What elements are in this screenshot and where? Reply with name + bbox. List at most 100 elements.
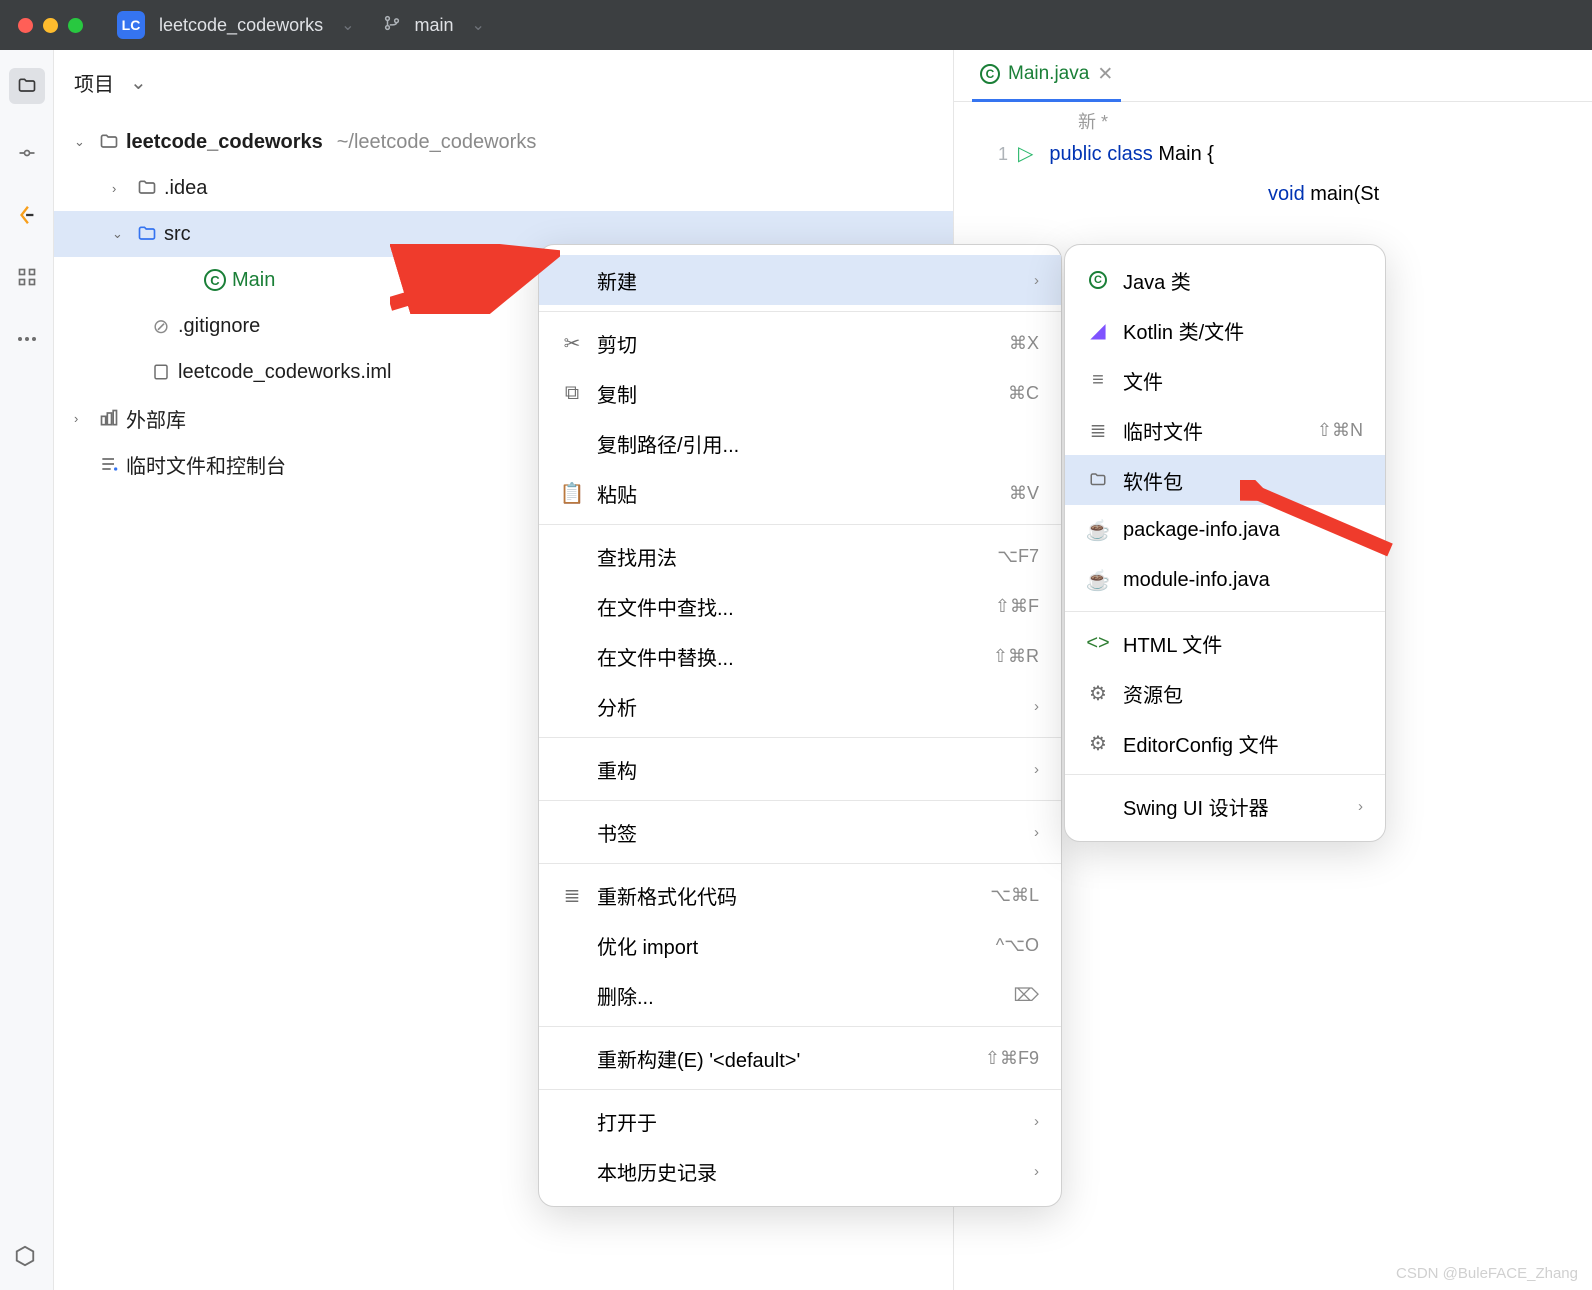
reformat-icon: ≣ [561,883,583,908]
more-tool-icon[interactable] [14,326,40,352]
menu-reformat[interactable]: ≣重新格式化代码⌥⌘L [539,870,1061,920]
file-icon [150,363,172,381]
menu-cut[interactable]: ✂剪切⌘X [539,318,1061,368]
submenu-editorconfig[interactable]: ⚙ EditorConfig 文件 [1065,718,1385,768]
run-gutter-icon[interactable]: ▷ [1018,134,1033,174]
menu-paste[interactable]: 📋粘贴⌘V [539,468,1061,518]
menu-bookmarks[interactable]: 书签› [539,807,1061,857]
caret-down-icon[interactable]: ⌄ [74,134,92,150]
watermark: CSDN @BuleFACE_Zhang [1396,1265,1578,1282]
menu-find-usages[interactable]: 查找用法⌥F7 [539,531,1061,581]
menu-label: 新建 [597,266,1020,295]
submenu-swing[interactable]: Swing UI 设计器› [1065,781,1385,831]
tree-root[interactable]: ⌄ leetcode_codeworks ~/leetcode_codework… [54,119,953,165]
git-branch-icon[interactable] [383,14,401,37]
activity-bar [0,50,54,1290]
menu-copy-path[interactable]: 复制路径/引用... [539,418,1061,468]
shortcut: ⌘V [1009,483,1039,504]
chevron-down-icon[interactable]: ⌄ [130,70,147,95]
code-banner: 新 * [1054,102,1592,134]
tree-item-idea[interactable]: › .idea [54,165,953,211]
titlebar: LC leetcode_codeworks ⌄ main ⌄ [0,0,1592,50]
menu-label: Kotlin 类/文件 [1123,316,1363,345]
commit-tool-icon[interactable] [14,140,40,166]
menu-replace-in-files[interactable]: 在文件中替换...⇧⌘R [539,631,1061,681]
java-class-icon: C [980,64,1000,84]
menu-local-history[interactable]: 本地历史记录› [539,1146,1061,1196]
cut-icon: ✂ [561,331,583,356]
chevron-right-icon: › [1034,761,1039,778]
menu-rebuild[interactable]: 重新构建(E) '<default>'⇧⌘F9 [539,1033,1061,1083]
menu-label: 重新格式化代码 [597,881,976,910]
method-name: main [1310,174,1353,214]
close-icon[interactable]: ✕ [1097,63,1113,86]
submenu-scratch[interactable]: ≣临时文件⇧⌘N [1065,405,1385,455]
shortcut: ⇧⌘N [1317,420,1363,441]
caret-down-icon[interactable]: ⌄ [112,226,130,242]
caret-right-icon[interactable]: › [74,411,92,426]
project-tool-icon[interactable] [9,68,45,104]
menu-label: 文件 [1123,366,1363,395]
java-class-icon: C [1087,271,1109,289]
tab-main-java[interactable]: C Main.java ✕ [972,50,1121,102]
menu-label: HTML 文件 [1123,629,1363,658]
menu-label: 查找用法 [597,542,983,571]
structure-tool-icon[interactable] [14,264,40,290]
keyword: void [1268,174,1305,214]
menu-open-in[interactable]: 打开于› [539,1096,1061,1146]
services-tool-icon[interactable] [14,1245,36,1272]
menu-refactor[interactable]: 重构› [539,744,1061,794]
menu-delete[interactable]: 删除...⌦ [539,970,1061,1020]
maximize-window-icon[interactable] [68,18,83,33]
submenu-kotlin[interactable]: ◢Kotlin 类/文件 [1065,305,1385,355]
code-line[interactable]: void main (St [1018,174,1379,214]
submenu-java-class[interactable]: CJava 类 [1065,255,1385,305]
line-number: 1 [954,134,1008,174]
caret-right-icon[interactable]: › [112,181,130,196]
menu-label: module-info.java [1123,569,1363,592]
file-icon: ≡ [1087,369,1109,392]
menu-label: EditorConfig 文件 [1123,729,1363,758]
submenu-resource[interactable]: ⚙资源包 [1065,668,1385,718]
menu-label: Swing UI 设计器 [1123,792,1344,821]
menu-label: 优化 import [597,931,982,960]
close-window-icon[interactable] [18,18,33,33]
menu-copy[interactable]: ⧉复制⌘C [539,368,1061,418]
menu-label: 打开于 [597,1107,1020,1136]
menu-optimize-import[interactable]: 优化 import ^⌥O [539,920,1061,970]
branch-name[interactable]: main [415,15,454,36]
shortcut: ⇧⌘R [993,646,1039,667]
paste-icon: 📋 [561,481,583,506]
tree-root-name: leetcode_codeworks [126,131,323,154]
gear-icon: ⚙ [1087,731,1109,756]
chevron-down-icon[interactable]: ⌄ [341,15,354,35]
tab-label: Main.java [1008,63,1089,85]
brace: { [1207,134,1214,174]
minimize-window-icon[interactable] [43,18,58,33]
tree-label: leetcode_codeworks.iml [178,361,391,384]
scratches-icon [98,454,120,474]
gear-icon: ⚙ [1087,681,1109,706]
shortcut: ^⌥O [996,935,1039,956]
menu-find-in-files[interactable]: 在文件中查找...⇧⌘F [539,581,1061,631]
tree-label: .idea [164,177,207,200]
editor-tabs: C Main.java ✕ [954,50,1592,102]
submenu-module-info[interactable]: ☕ module-info.java [1065,555,1385,605]
leetcode-tool-icon[interactable] [14,202,40,228]
chevron-right-icon: › [1034,824,1039,841]
project-name[interactable]: leetcode_codeworks [159,15,323,36]
submenu-file[interactable]: ≡ 文件 [1065,355,1385,405]
menu-label: 分析 [597,692,1020,721]
menu-new[interactable]: 新建 › [539,255,1061,305]
shortcut: ⌘C [1008,383,1039,404]
code-line[interactable]: ▷ public class Main { [1018,134,1379,174]
project-pane-header[interactable]: 项目 ⌄ [54,50,953,115]
chevron-down-icon[interactable]: ⌄ [472,15,485,35]
menu-analyze[interactable]: 分析› [539,681,1061,731]
submenu-html[interactable]: <>HTML 文件 [1065,618,1385,668]
window-controls [18,18,83,33]
chevron-right-icon: › [1034,272,1039,289]
java-file-icon: ☕ [1087,568,1109,593]
menu-label: 临时文件 [1123,416,1303,445]
tree-label: 临时文件和控制台 [126,450,286,479]
